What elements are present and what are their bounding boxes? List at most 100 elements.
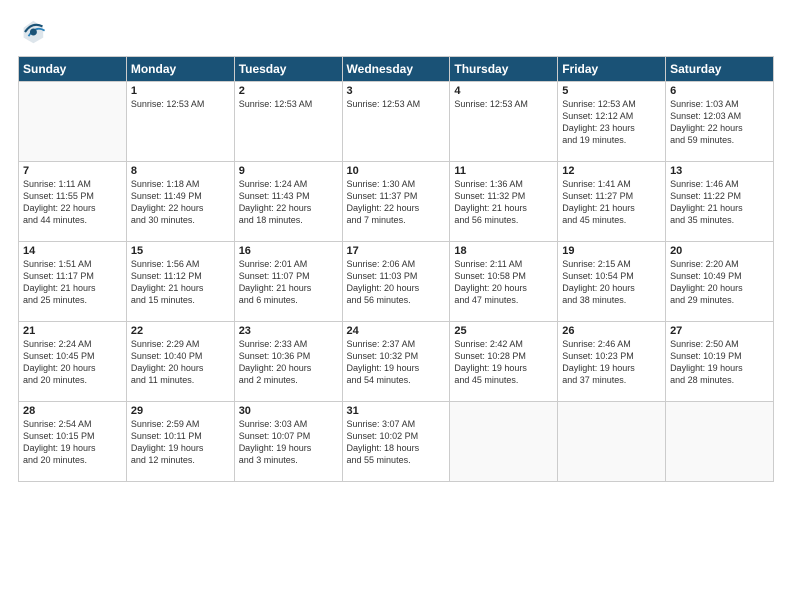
day-number: 31: [347, 405, 446, 417]
day-number: 18: [454, 245, 553, 257]
day-number: 1: [131, 85, 230, 97]
day-number: 6: [670, 85, 769, 97]
day-number: 15: [131, 245, 230, 257]
day-cell: [19, 82, 127, 162]
day-number: 10: [347, 165, 446, 177]
day-number: 4: [454, 85, 553, 97]
day-cell: 23Sunrise: 2:33 AM Sunset: 10:36 PM Dayl…: [234, 322, 342, 402]
day-cell: 10Sunrise: 1:30 AM Sunset: 11:37 PM Dayl…: [342, 162, 450, 242]
week-row-3: 21Sunrise: 2:24 AM Sunset: 10:45 PM Dayl…: [19, 322, 774, 402]
day-cell: 7Sunrise: 1:11 AM Sunset: 11:55 PM Dayli…: [19, 162, 127, 242]
day-number: 24: [347, 325, 446, 337]
day-cell: 19Sunrise: 2:15 AM Sunset: 10:54 PM Dayl…: [558, 242, 666, 322]
day-cell: 11Sunrise: 1:36 AM Sunset: 11:32 PM Dayl…: [450, 162, 558, 242]
day-cell: 24Sunrise: 2:37 AM Sunset: 10:32 PM Dayl…: [342, 322, 450, 402]
day-number: 17: [347, 245, 446, 257]
day-info: Sunrise: 2:29 AM Sunset: 10:40 PM Daylig…: [131, 338, 230, 387]
day-info: Sunrise: 12:53 AM: [131, 98, 230, 110]
day-info: Sunrise: 2:59 AM Sunset: 10:11 PM Daylig…: [131, 418, 230, 467]
day-cell: 14Sunrise: 1:51 AM Sunset: 11:17 PM Dayl…: [19, 242, 127, 322]
day-number: 8: [131, 165, 230, 177]
day-info: Sunrise: 2:24 AM Sunset: 10:45 PM Daylig…: [23, 338, 122, 387]
logo-icon: [18, 18, 46, 46]
day-number: 23: [239, 325, 338, 337]
page: SundayMondayTuesdayWednesdayThursdayFrid…: [0, 0, 792, 492]
day-cell: 1Sunrise: 12:53 AM: [126, 82, 234, 162]
week-row-1: 7Sunrise: 1:11 AM Sunset: 11:55 PM Dayli…: [19, 162, 774, 242]
day-info: Sunrise: 1:30 AM Sunset: 11:37 PM Daylig…: [347, 178, 446, 227]
day-info: Sunrise: 12:53 AM Sunset: 12:12 AM Dayli…: [562, 98, 661, 147]
day-cell: 28Sunrise: 2:54 AM Sunset: 10:15 PM Dayl…: [19, 402, 127, 482]
day-number: 9: [239, 165, 338, 177]
day-cell: 21Sunrise: 2:24 AM Sunset: 10:45 PM Dayl…: [19, 322, 127, 402]
week-row-0: 1Sunrise: 12:53 AM2Sunrise: 12:53 AM3Sun…: [19, 82, 774, 162]
header: [18, 18, 774, 46]
logo-area: [18, 18, 50, 46]
day-info: Sunrise: 2:15 AM Sunset: 10:54 PM Daylig…: [562, 258, 661, 307]
day-cell: 31Sunrise: 3:07 AM Sunset: 10:02 PM Dayl…: [342, 402, 450, 482]
day-number: 27: [670, 325, 769, 337]
day-cell: 17Sunrise: 2:06 AM Sunset: 11:03 PM Dayl…: [342, 242, 450, 322]
day-cell: 6Sunrise: 1:03 AM Sunset: 12:03 AM Dayli…: [666, 82, 774, 162]
col-header-wednesday: Wednesday: [342, 57, 450, 82]
day-cell: 3Sunrise: 12:53 AM: [342, 82, 450, 162]
day-number: 25: [454, 325, 553, 337]
day-number: 22: [131, 325, 230, 337]
day-cell: 16Sunrise: 2:01 AM Sunset: 11:07 PM Dayl…: [234, 242, 342, 322]
day-cell: 30Sunrise: 3:03 AM Sunset: 10:07 PM Dayl…: [234, 402, 342, 482]
day-info: Sunrise: 12:53 AM: [347, 98, 446, 110]
day-info: Sunrise: 2:33 AM Sunset: 10:36 PM Daylig…: [239, 338, 338, 387]
day-number: 13: [670, 165, 769, 177]
day-info: Sunrise: 2:54 AM Sunset: 10:15 PM Daylig…: [23, 418, 122, 467]
day-info: Sunrise: 1:46 AM Sunset: 11:22 PM Daylig…: [670, 178, 769, 227]
day-number: 20: [670, 245, 769, 257]
header-row: SundayMondayTuesdayWednesdayThursdayFrid…: [19, 57, 774, 82]
day-number: 3: [347, 85, 446, 97]
day-cell: 8Sunrise: 1:18 AM Sunset: 11:49 PM Dayli…: [126, 162, 234, 242]
day-number: 29: [131, 405, 230, 417]
day-cell: 15Sunrise: 1:56 AM Sunset: 11:12 PM Dayl…: [126, 242, 234, 322]
day-number: 28: [23, 405, 122, 417]
day-info: Sunrise: 1:03 AM Sunset: 12:03 AM Daylig…: [670, 98, 769, 147]
day-cell: 20Sunrise: 2:20 AM Sunset: 10:49 PM Dayl…: [666, 242, 774, 322]
day-number: 5: [562, 85, 661, 97]
day-info: Sunrise: 3:03 AM Sunset: 10:07 PM Daylig…: [239, 418, 338, 467]
day-info: Sunrise: 12:53 AM: [454, 98, 553, 110]
day-cell: [450, 402, 558, 482]
col-header-friday: Friday: [558, 57, 666, 82]
day-cell: 13Sunrise: 1:46 AM Sunset: 11:22 PM Dayl…: [666, 162, 774, 242]
day-info: Sunrise: 1:36 AM Sunset: 11:32 PM Daylig…: [454, 178, 553, 227]
day-info: Sunrise: 1:51 AM Sunset: 11:17 PM Daylig…: [23, 258, 122, 307]
day-info: Sunrise: 1:18 AM Sunset: 11:49 PM Daylig…: [131, 178, 230, 227]
day-info: Sunrise: 2:46 AM Sunset: 10:23 PM Daylig…: [562, 338, 661, 387]
day-info: Sunrise: 3:07 AM Sunset: 10:02 PM Daylig…: [347, 418, 446, 467]
day-number: 14: [23, 245, 122, 257]
week-row-2: 14Sunrise: 1:51 AM Sunset: 11:17 PM Dayl…: [19, 242, 774, 322]
day-cell: 5Sunrise: 12:53 AM Sunset: 12:12 AM Dayl…: [558, 82, 666, 162]
day-info: Sunrise: 12:53 AM: [239, 98, 338, 110]
day-number: 12: [562, 165, 661, 177]
day-info: Sunrise: 2:50 AM Sunset: 10:19 PM Daylig…: [670, 338, 769, 387]
day-cell: 26Sunrise: 2:46 AM Sunset: 10:23 PM Dayl…: [558, 322, 666, 402]
day-cell: 25Sunrise: 2:42 AM Sunset: 10:28 PM Dayl…: [450, 322, 558, 402]
day-cell: 18Sunrise: 2:11 AM Sunset: 10:58 PM Dayl…: [450, 242, 558, 322]
day-cell: 29Sunrise: 2:59 AM Sunset: 10:11 PM Dayl…: [126, 402, 234, 482]
day-info: Sunrise: 2:42 AM Sunset: 10:28 PM Daylig…: [454, 338, 553, 387]
day-info: Sunrise: 1:24 AM Sunset: 11:43 PM Daylig…: [239, 178, 338, 227]
day-info: Sunrise: 1:41 AM Sunset: 11:27 PM Daylig…: [562, 178, 661, 227]
day-cell: [666, 402, 774, 482]
col-header-sunday: Sunday: [19, 57, 127, 82]
week-row-4: 28Sunrise: 2:54 AM Sunset: 10:15 PM Dayl…: [19, 402, 774, 482]
day-info: Sunrise: 2:01 AM Sunset: 11:07 PM Daylig…: [239, 258, 338, 307]
day-cell: 27Sunrise: 2:50 AM Sunset: 10:19 PM Dayl…: [666, 322, 774, 402]
calendar: SundayMondayTuesdayWednesdayThursdayFrid…: [18, 56, 774, 482]
day-cell: 9Sunrise: 1:24 AM Sunset: 11:43 PM Dayli…: [234, 162, 342, 242]
day-number: 11: [454, 165, 553, 177]
day-info: Sunrise: 2:06 AM Sunset: 11:03 PM Daylig…: [347, 258, 446, 307]
col-header-saturday: Saturday: [666, 57, 774, 82]
col-header-monday: Monday: [126, 57, 234, 82]
day-info: Sunrise: 2:37 AM Sunset: 10:32 PM Daylig…: [347, 338, 446, 387]
day-number: 30: [239, 405, 338, 417]
day-number: 26: [562, 325, 661, 337]
col-header-thursday: Thursday: [450, 57, 558, 82]
